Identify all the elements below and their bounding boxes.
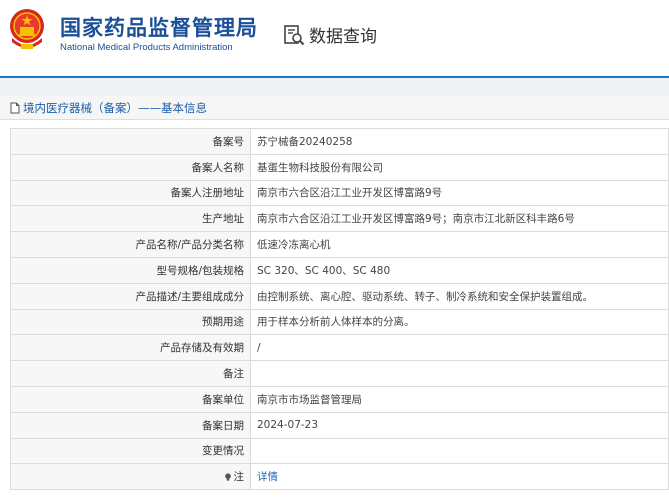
record-table-container: 备案号 苏宁械备20240258 备案人名称 基蛋生物科技股份有限公司 备案人注册地址南… [10, 128, 669, 491]
field-label: 产品描述/主要组成成分 [10, 282, 251, 310]
site-header: 国家药品监督管理局 National Medical Products Admi… [0, 0, 669, 76]
field-label: 备案日期 [10, 411, 251, 439]
field-value: 南京市六合区沿江工业开发区博富路9号 [250, 179, 669, 207]
field-label: 产品名称/产品分类名称 [10, 231, 251, 258]
table-row: 生产地址 南京市六合区沿江工业开发区博富路9号；南京市江北新区科丰路6号 [10, 205, 669, 233]
table-row: 备案单位 南京市市场监督管理局 [10, 385, 669, 413]
data-query-label: 数据查询 [309, 27, 377, 47]
field-label: 备案人注册地址 [10, 179, 251, 207]
field-value: 用于样本分析前人体样本的分离。 [250, 308, 669, 336]
header-gray-strip [0, 78, 669, 96]
site-subtitle: National Medical Products Administration [60, 42, 233, 53]
note-label: 注 [233, 471, 245, 484]
field-value [250, 437, 669, 465]
field-label: 备案人名称 [10, 153, 251, 181]
field-value: / [250, 334, 669, 362]
details-link[interactable]: 详情 [257, 471, 278, 483]
field-value [250, 360, 669, 387]
field-label: 生产地址 [10, 205, 251, 233]
table-row: 产品存储及有效期 / [10, 334, 669, 362]
table-row-note: 注详情 [10, 463, 669, 491]
data-query-link[interactable]: 数据查询 [283, 22, 377, 47]
table-row: 变更情况 [10, 437, 669, 465]
field-label: 备注 [10, 360, 251, 387]
document-icon [10, 102, 20, 113]
section-header: 境内医疗器械（备案）——基本信息 [0, 96, 669, 120]
field-value: 低速冷冻离心机 [250, 231, 669, 258]
site-title: 国家药品监督管理局 [60, 16, 258, 40]
table-row: 产品名称/产品分类名称 低速冷冻离心机 [10, 231, 669, 258]
field-label: 型号规格/包装规格 [10, 256, 251, 284]
field-label: 注 [10, 463, 251, 491]
section-title: 境内医疗器械（备案）——基本信息 [23, 100, 207, 115]
document-search-icon [284, 24, 305, 45]
field-label: 预期用途 [10, 308, 251, 336]
record-table: 备案号 苏宁械备20240258 备案人名称 基蛋生物科技股份有限公司 备案人注册地址南… [10, 128, 669, 491]
table-row: 备案人注册地址 南京市六合区沿江工业开发区博富路9号 [10, 179, 669, 207]
table-row: 备案号 苏宁械备20240258 [10, 128, 669, 155]
bulb-icon [224, 473, 231, 481]
field-value: 由控制系统、离心腔、驱动系统、转子、制冷系统和安全保护装置组成。 [250, 282, 669, 310]
field-value: 2024-07-23 [250, 411, 669, 439]
table-row: 型号规格/包装规格 SC 320、SC 400、SC 480 [10, 256, 669, 284]
field-value: 南京市六合区沿江工业开发区博富路9号；南京市江北新区科丰路6号 [250, 205, 669, 233]
field-label: 备案号 [10, 128, 251, 155]
field-value: SC 320、SC 400、SC 480 [250, 256, 669, 284]
field-label: 变更情况 [10, 437, 251, 465]
table-row: 产品描述/主要组成成分 由控制系统、离心腔、驱动系统、转子、制冷系统和安全保护装置… [10, 282, 669, 310]
table-row: 备案日期 2024-07-23 [10, 411, 669, 439]
field-label: 备案单位 [10, 385, 251, 413]
field-value: 苏宁械备20240258 [250, 128, 669, 155]
table-row: 备案人名称 基蛋生物科技股份有限公司 [10, 153, 669, 181]
table-row: 备注 [10, 360, 669, 387]
field-value: 基蛋生物科技股份有限公司 [250, 153, 669, 181]
field-label: 产品存储及有效期 [10, 334, 251, 362]
field-value: 详情 [250, 463, 669, 491]
field-value: 南京市市场监督管理局 [250, 385, 669, 413]
table-row: 预期用途 用于样本分析前人体样本的分离。 [10, 308, 669, 336]
national-emblem-icon [10, 9, 44, 49]
